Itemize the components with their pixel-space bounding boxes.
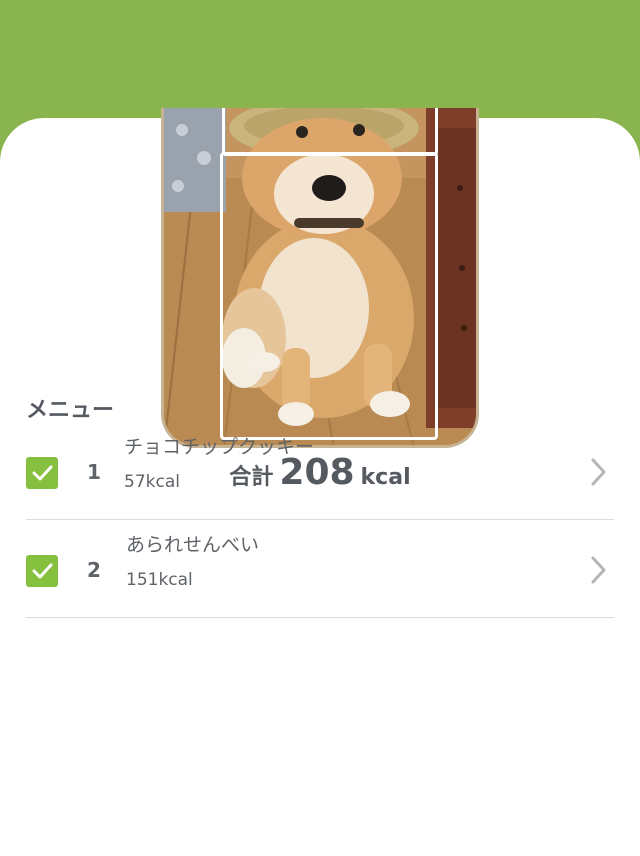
menu-item[interactable]: 1 チョコチップクッキー 57kcal [0,424,640,520]
row-divider [26,519,614,520]
item-checkbox[interactable] [26,555,58,587]
check-icon [32,563,53,579]
content-sheet: 合計 208 kcal メニュー 1 チョコチップクッキー 57kcal 2 あられ… [0,108,640,856]
item-calories: 57kcal [124,472,180,492]
menu-heading: メニュー [26,398,115,423]
food-photo[interactable] [161,108,479,448]
item-index: 2 [87,558,101,582]
item-name: あられせんべい [126,534,260,556]
row-divider [26,617,614,618]
menu-item[interactable]: 2 あられせんべい 151kcal [0,522,640,618]
item-name: チョコチップクッキー [124,436,315,458]
detection-box-main [220,152,438,440]
detection-box-top [222,108,438,156]
item-index: 1 [87,460,101,484]
item-calories: 151kcal [126,570,193,590]
chevron-right-icon[interactable] [588,456,608,488]
item-checkbox[interactable] [26,457,58,489]
check-icon [32,465,53,481]
chevron-right-icon[interactable] [588,554,608,586]
